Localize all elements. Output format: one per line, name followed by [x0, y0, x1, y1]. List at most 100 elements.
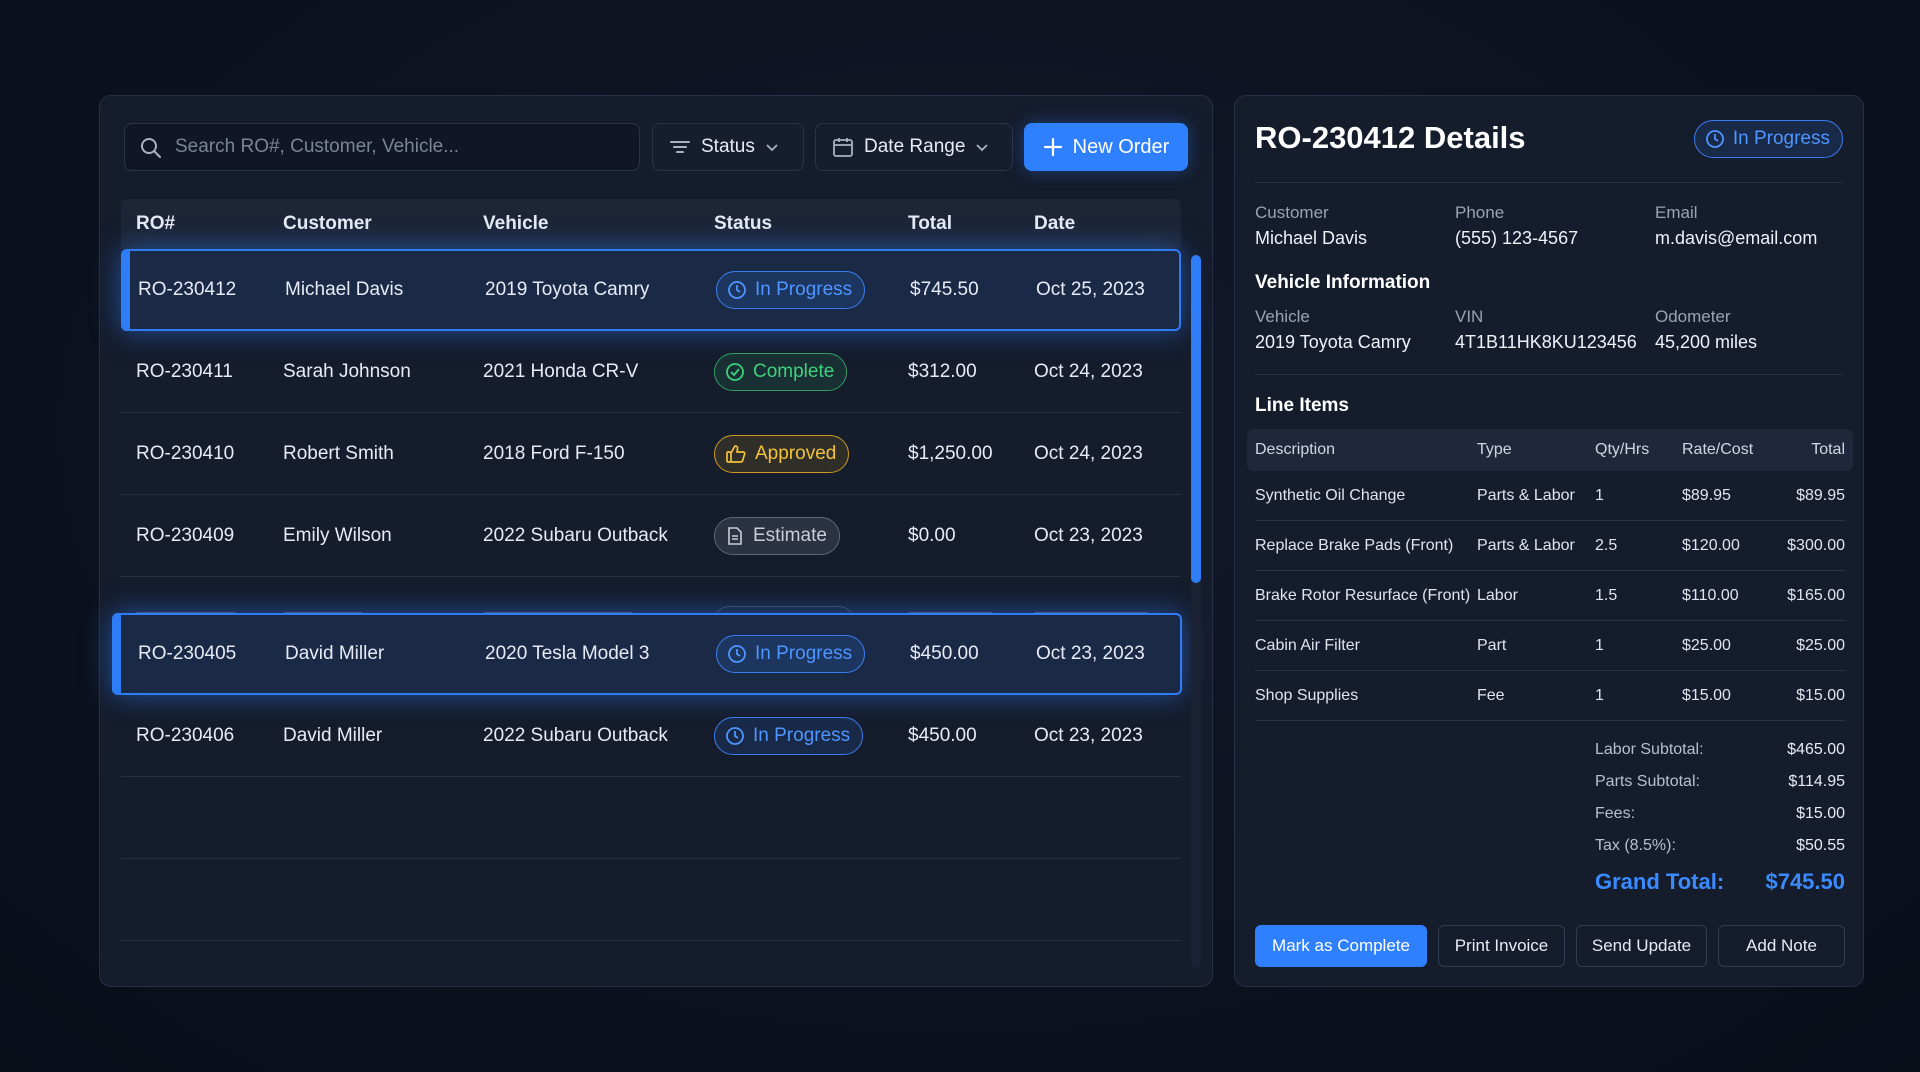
column-header-vehicle[interactable]: Vehicle: [483, 199, 549, 249]
order-total: $450.00: [908, 724, 977, 746]
details-title: RO-230412 Details: [1255, 120, 1526, 155]
table-row[interactable]: RO-230411 Sarah Johnson 2021 Honda CR-V …: [121, 331, 1181, 413]
customer-label: Customer: [1255, 203, 1329, 222]
line-description: Shop Supplies: [1255, 686, 1359, 704]
date-range-label: Date Range: [864, 136, 966, 157]
phone-label: Phone: [1455, 203, 1505, 222]
clock-icon: [1705, 130, 1724, 148]
empty-row: [121, 859, 1181, 941]
scrollbar-thumb[interactable]: [1191, 255, 1201, 583]
table-row[interactable]: RO-230410 Robert Smith 2018 Ford F-150 A…: [121, 413, 1181, 495]
order-date: Oct 23, 2023: [1034, 724, 1143, 746]
customer-name: Michael Davis: [285, 279, 404, 300]
ro-number: RO-230406: [136, 724, 235, 746]
status-cell: In Progress: [714, 695, 864, 776]
column-header-date[interactable]: Date: [1034, 199, 1075, 249]
line-type: Parts & Labor: [1477, 536, 1575, 554]
line-item-row[interactable]: Brake Rotor Resurface (Front) Labor 1.5 …: [1255, 571, 1845, 621]
line-rate: $89.95: [1682, 486, 1731, 504]
customer-value: Michael Davis: [1255, 228, 1368, 248]
order-total: $450.00: [910, 643, 979, 664]
scrollbar[interactable]: [1191, 253, 1201, 968]
table-row[interactable]: RO-230406 David Miller 2022 Subaru Outba…: [121, 695, 1181, 777]
status-text: Estimate: [753, 524, 827, 546]
orders-panel: Search RO#, Customer, Vehicle... Status …: [99, 95, 1213, 987]
divider: [1255, 374, 1843, 375]
line-rate: $25.00: [1682, 636, 1731, 654]
line-item-row[interactable]: Replace Brake Pads (Front) Parts & Labor…: [1255, 521, 1845, 571]
date-range-button[interactable]: Date Range: [815, 123, 1013, 171]
fees-row: Fees: $15.00: [1595, 805, 1845, 829]
send-update-button[interactable]: Send Update: [1576, 925, 1707, 967]
status-filter-label: Status: [701, 136, 755, 157]
grand-total-value: $745.50: [1765, 869, 1845, 894]
ro-number: RO-230410: [136, 442, 235, 464]
chevron-down-icon: [975, 140, 989, 154]
status-cell: In Progress: [716, 615, 866, 693]
search-icon: [139, 136, 163, 160]
search-input[interactable]: Search RO#, Customer, Vehicle...: [124, 123, 640, 171]
mark-complete-button[interactable]: Mark as Complete: [1255, 925, 1427, 967]
customer-name: Emily Wilson: [283, 524, 392, 546]
order-total: $0.00: [908, 524, 956, 546]
line-description: Brake Rotor Resurface (Front): [1255, 586, 1471, 604]
line-description: Cabin Air Filter: [1255, 636, 1360, 654]
line-qty: 2.5: [1595, 536, 1618, 554]
clock-icon: [726, 726, 744, 745]
column-header-customer[interactable]: Customer: [283, 199, 372, 249]
status-cell: Estimate: [714, 495, 840, 576]
line-type: Part: [1477, 636, 1507, 654]
line-rate: $120.00: [1682, 536, 1740, 554]
plus-icon: [1043, 137, 1063, 157]
status-badge: Approved: [714, 434, 850, 473]
line-qty: 1: [1595, 686, 1604, 704]
email-label: Email: [1655, 203, 1698, 222]
table-row[interactable]: RO-230409 Emily Wilson 2022 Subaru Outba…: [121, 495, 1181, 577]
grand-total-label: Grand Total:: [1595, 869, 1725, 894]
status-filter-button[interactable]: Status: [652, 123, 804, 171]
order-date: Oct 24, 2023: [1034, 442, 1143, 464]
vehicle: 2022 Subaru Outback: [483, 724, 668, 746]
tax-label: Tax (8.5%):: [1595, 837, 1676, 854]
line-items-title: Line Items: [1255, 395, 1349, 416]
table-row[interactable]: RO-230412 Michael Davis 2019 Toyota Camr…: [121, 249, 1181, 331]
tax-row: Tax (8.5%): $50.55: [1595, 837, 1845, 861]
line-item-row[interactable]: Synthetic Oil Change Parts & Labor 1 $89…: [1255, 471, 1845, 521]
odometer-label: Odometer: [1655, 307, 1731, 326]
status-text: In Progress: [753, 724, 851, 746]
print-invoice-button[interactable]: Print Invoice: [1438, 925, 1565, 967]
clock-icon: [728, 645, 746, 663]
status-badge: In Progress: [1693, 120, 1843, 158]
table-row[interactable]: RO-230405 David Miller 2020 Tesla Model …: [112, 613, 1182, 695]
vehicle-section-title: Vehicle Information: [1255, 272, 1431, 293]
new-order-label: New Order: [1072, 135, 1170, 158]
ro-number: RO-230411: [136, 360, 233, 382]
vehicle: 2021 Honda CR-V: [483, 360, 639, 382]
line-total: $25.00: [1796, 636, 1845, 654]
status-text: In Progress: [1732, 128, 1830, 149]
line-header-qty: Qty/Hrs: [1595, 441, 1650, 458]
table-header: RO# Customer Vehicle Status Total Date: [121, 199, 1181, 249]
orders-table-body: RO-230412 Michael Davis 2019 Toyota Camr…: [112, 249, 1182, 949]
line-qty: 1: [1595, 486, 1604, 504]
new-order-button[interactable]: New Order: [1024, 123, 1188, 171]
line-item-row[interactable]: Cabin Air Filter Part 1 $25.00 $25.00: [1255, 621, 1845, 671]
column-header-total[interactable]: Total: [908, 199, 952, 249]
column-header-ro[interactable]: RO#: [136, 199, 175, 249]
line-type: Fee: [1477, 686, 1505, 704]
fees-value: $15.00: [1796, 805, 1845, 822]
fees-label: Fees:: [1595, 805, 1636, 822]
status-text: Approved: [755, 442, 837, 464]
column-header-status[interactable]: Status: [714, 199, 772, 249]
thumbs-up-icon: [726, 444, 746, 463]
parts-subtotal-label: Parts Subtotal:: [1595, 773, 1700, 790]
calendar-icon: [832, 136, 854, 158]
status-badge: In Progress: [714, 716, 864, 755]
status-cell: In Progress: [716, 251, 866, 329]
empty-row: [121, 777, 1181, 859]
add-note-button[interactable]: Add Note: [1718, 925, 1845, 967]
line-total: $300.00: [1787, 536, 1845, 554]
email-value: m.davis@email.com: [1655, 228, 1818, 248]
line-item-row[interactable]: Shop Supplies Fee 1 $15.00 $15.00: [1255, 671, 1845, 721]
tax-value: $50.55: [1796, 837, 1845, 854]
